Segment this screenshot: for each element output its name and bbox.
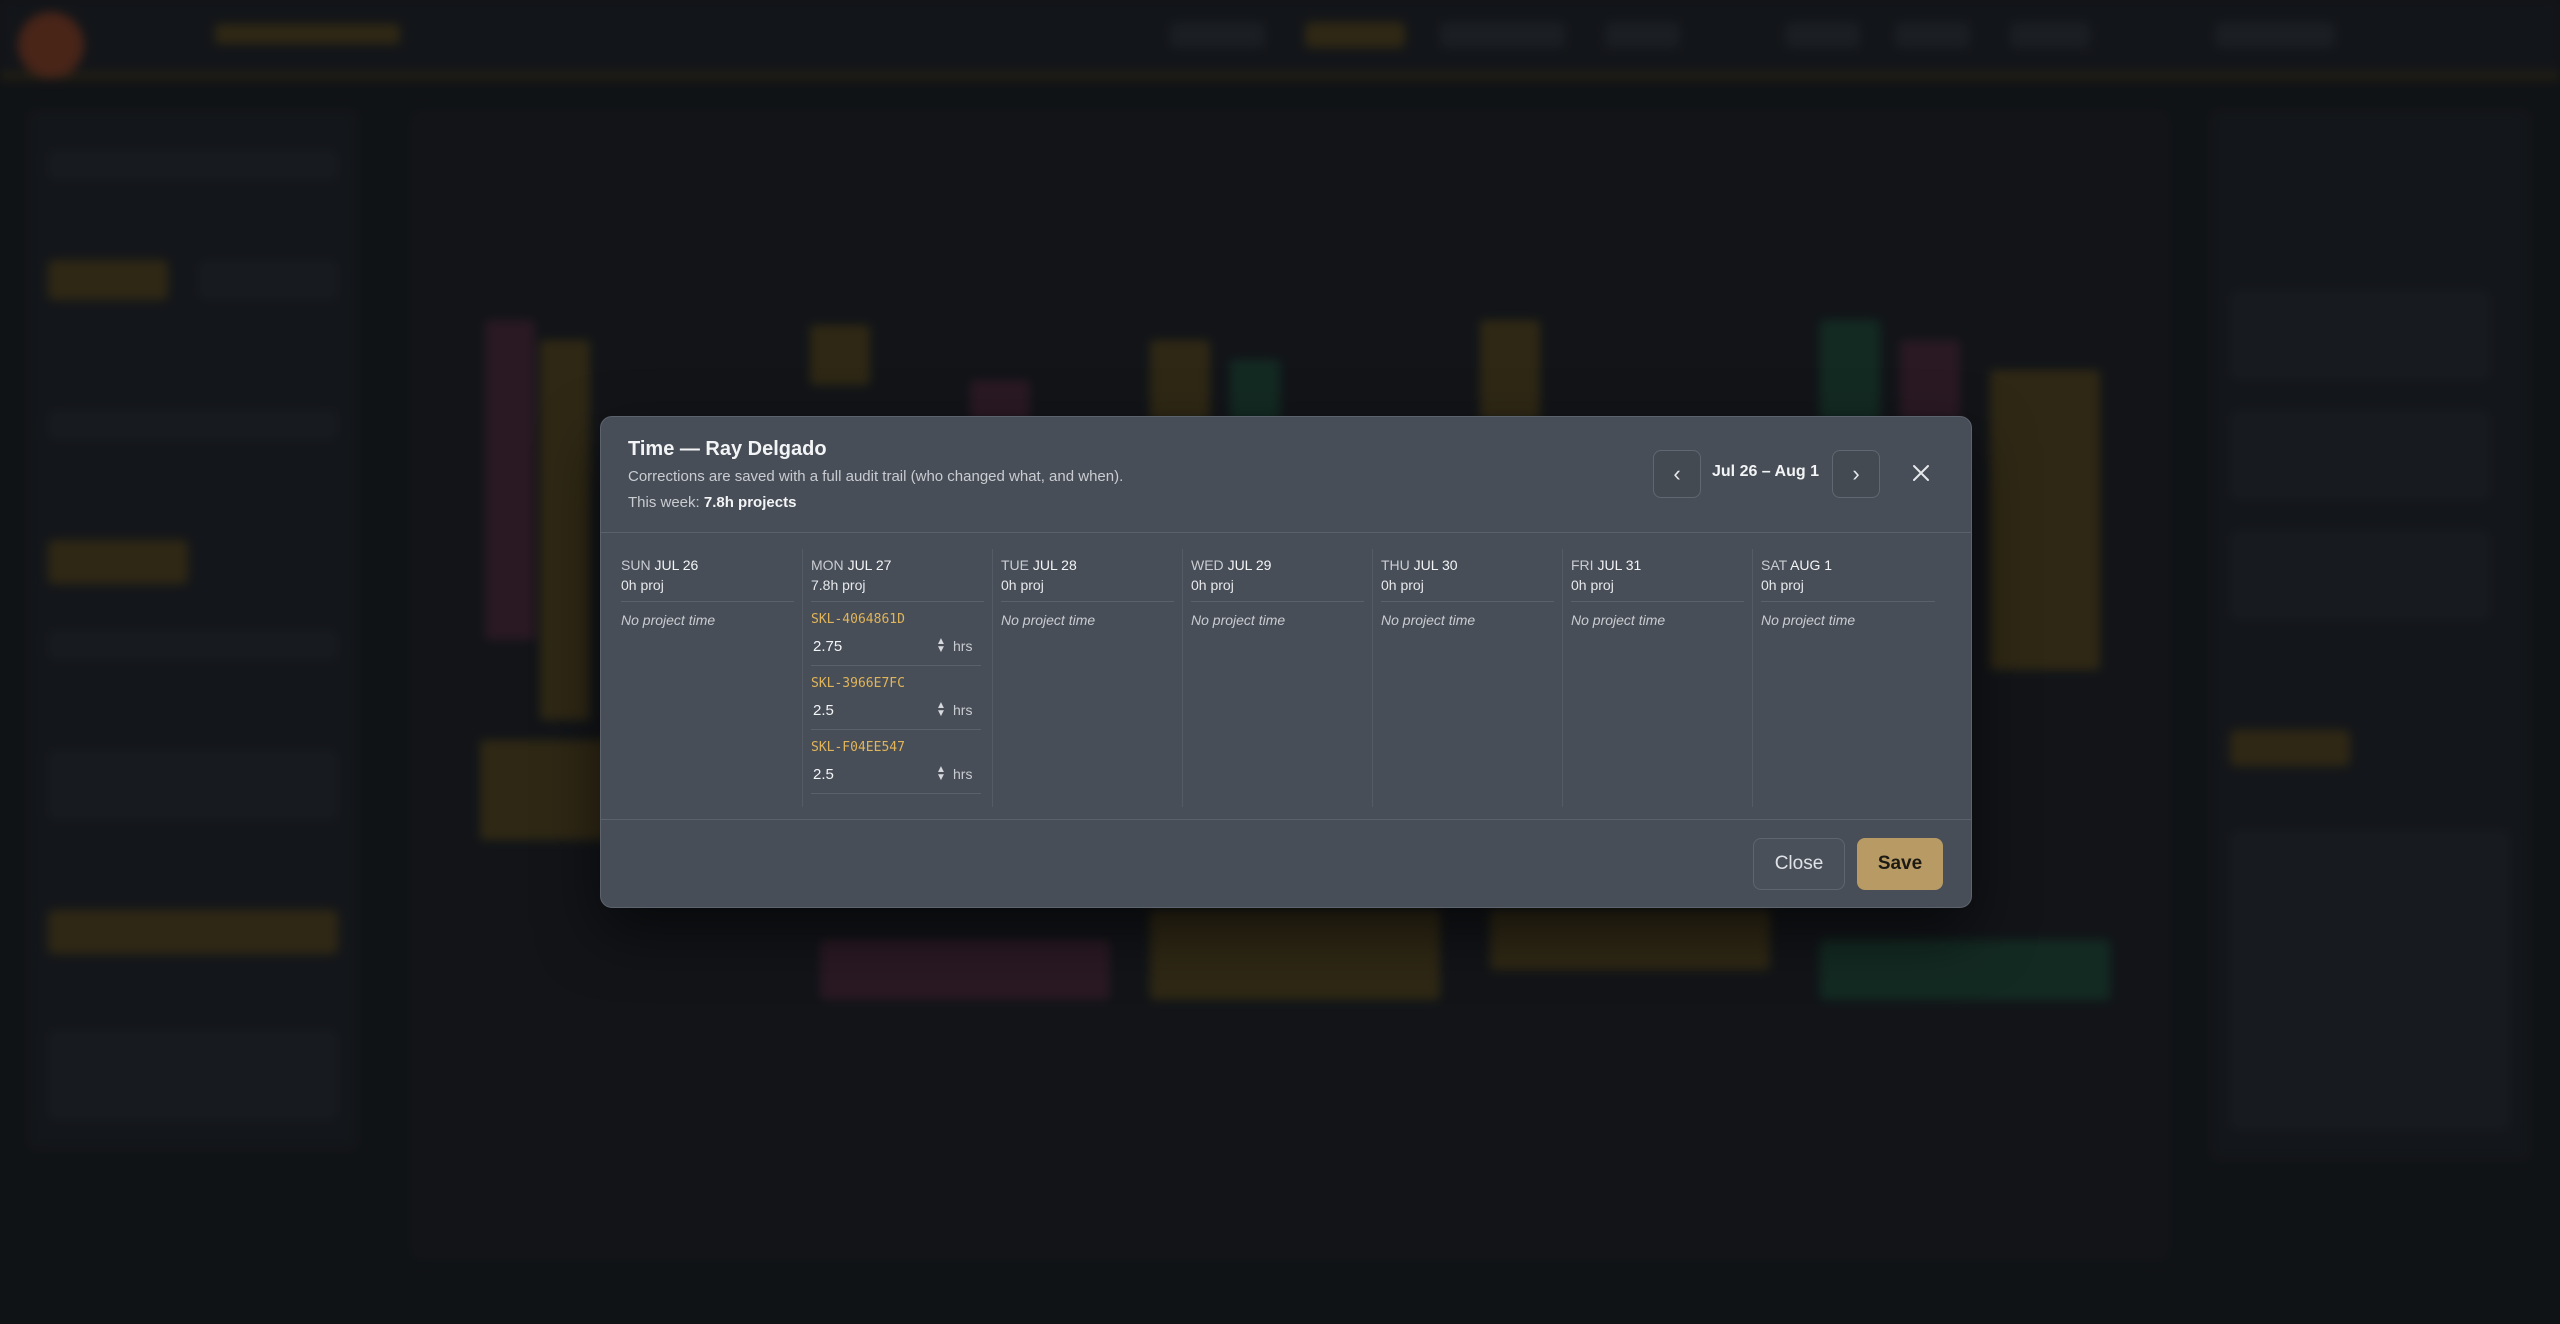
no-project-time: No project time (1761, 612, 1856, 628)
day-header: SAT AUG 1 (1761, 557, 1935, 573)
day-column-thu: THU JUL 30 0h proj No project time (1373, 549, 1563, 807)
day-of-week: FRI (1571, 557, 1594, 573)
day-project-total: 0h proj (1001, 577, 1174, 602)
hours-unit: hrs (953, 766, 973, 782)
no-project-time: No project time (1001, 612, 1096, 628)
day-column-wed: WED JUL 29 0h proj No project time (1183, 549, 1373, 807)
day-of-week: THU (1381, 557, 1410, 573)
hours-input[interactable]: 2.5 ▲ ▼ (811, 761, 947, 787)
modal-title: Time — Ray Delgado (628, 438, 827, 460)
save-button[interactable]: Save (1857, 838, 1943, 890)
chevron-left-icon: ‹ (1673, 461, 1681, 486)
hours-unit: hrs (953, 638, 973, 654)
time-entry: SKL-3966E7FC 2.5 ▲ ▼ hrs (811, 676, 984, 730)
day-date: JUL 28 (1032, 557, 1077, 573)
stepper-icon[interactable]: ▲ ▼ (935, 701, 947, 719)
day-of-week: SAT (1761, 557, 1787, 573)
project-code: SKL-4064861D (811, 612, 905, 627)
week-summary-total: 7.8h projects (703, 494, 797, 511)
no-project-time: No project time (1571, 612, 1666, 628)
project-code: SKL-F04EE547 (811, 740, 905, 755)
hours-value: 2.75 (813, 637, 843, 655)
day-project-total: 0h proj (1381, 577, 1554, 602)
stepper-icon[interactable]: ▲ ▼ (935, 765, 947, 783)
week-days: SUN JUL 26 0h proj No project time MON J… (613, 549, 1959, 807)
close-button[interactable]: Close (1753, 838, 1845, 890)
day-header: TUE JUL 28 (1001, 557, 1174, 573)
day-header: FRI JUL 31 (1571, 557, 1744, 573)
day-project-total: 0h proj (1191, 577, 1364, 602)
hours-input[interactable]: 2.75 ▲ ▼ (811, 633, 947, 659)
day-of-week: MON (811, 557, 844, 573)
project-code: SKL-3966E7FC (811, 676, 905, 691)
no-project-time: No project time (621, 612, 716, 628)
day-of-week: WED (1191, 557, 1224, 573)
day-date: JUL 30 (1413, 557, 1458, 573)
day-date: JUL 29 (1227, 557, 1272, 573)
day-project-total: 7.8h proj (811, 577, 984, 602)
time-modal: Time — Ray Delgado Corrections are saved… (600, 416, 1972, 908)
day-column-tue: TUE JUL 28 0h proj No project time (993, 549, 1183, 807)
day-column-sun: SUN JUL 26 0h proj No project time (613, 549, 803, 807)
chevron-right-icon: › (1852, 461, 1860, 486)
hours-row: 2.5 ▲ ▼ hrs (811, 697, 981, 730)
day-header: MON JUL 27 (811, 557, 984, 573)
day-header: THU JUL 30 (1381, 557, 1554, 573)
no-project-time: No project time (1191, 612, 1286, 628)
day-project-total: 0h proj (621, 577, 794, 602)
day-date: JUL 26 (654, 557, 699, 573)
day-column-fri: FRI JUL 31 0h proj No project time (1563, 549, 1753, 807)
week-range-label: Jul 26 – Aug 1 (1712, 463, 1819, 480)
close-icon (1913, 465, 1929, 481)
next-week-button[interactable]: › (1832, 450, 1880, 498)
modal-header: Time — Ray Delgado Corrections are saved… (601, 417, 1971, 533)
hours-value: 2.5 (813, 701, 834, 719)
stepper-icon[interactable]: ▲ ▼ (935, 637, 947, 655)
time-entry: SKL-F04EE547 2.5 ▲ ▼ hrs (811, 740, 984, 794)
hours-input[interactable]: 2.5 ▲ ▼ (811, 697, 947, 723)
hours-value: 2.5 (813, 765, 834, 783)
hours-row: 2.75 ▲ ▼ hrs (811, 633, 981, 666)
prev-week-button[interactable]: ‹ (1653, 450, 1701, 498)
day-of-week: SUN (621, 557, 651, 573)
day-column-mon: MON JUL 27 7.8h proj SKL-4064861D 2.75 ▲… (803, 549, 993, 807)
hours-unit: hrs (953, 702, 973, 718)
week-summary-label: This week: (628, 494, 700, 511)
day-date: AUG 1 (1790, 557, 1833, 573)
day-project-total: 0h proj (1571, 577, 1744, 602)
week-summary: This week: 7.8h projects (628, 494, 796, 511)
day-date: JUL 31 (1597, 557, 1642, 573)
modal-subtitle: Corrections are saved with a full audit … (628, 468, 1124, 485)
day-column-sat: SAT AUG 1 0h proj No project time (1753, 549, 1943, 807)
day-project-total: 0h proj (1761, 577, 1935, 602)
time-entry: SKL-4064861D 2.75 ▲ ▼ hrs (811, 612, 984, 666)
no-project-time: No project time (1381, 612, 1476, 628)
hours-row: 2.5 ▲ ▼ hrs (811, 761, 981, 794)
day-header: SUN JUL 26 (621, 557, 794, 573)
day-header: WED JUL 29 (1191, 557, 1364, 573)
day-date: JUL 27 (847, 557, 892, 573)
close-modal-button[interactable] (1905, 457, 1937, 489)
day-of-week: TUE (1001, 557, 1029, 573)
modal-footer: Close Save (601, 819, 1971, 909)
